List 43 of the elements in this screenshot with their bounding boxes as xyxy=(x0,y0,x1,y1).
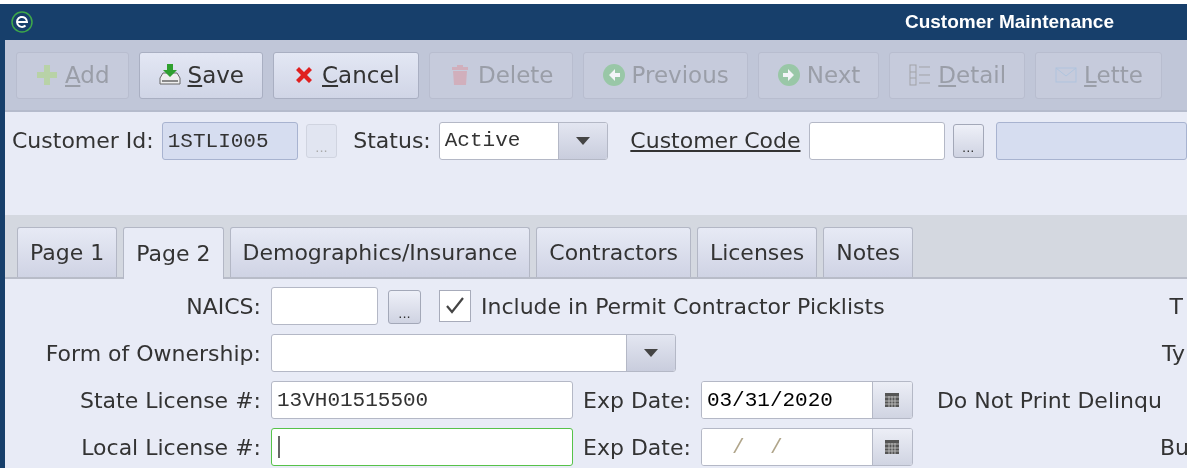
customer-id-field[interactable]: 1STLI005 xyxy=(161,122,298,160)
lookup-button[interactable]: ... xyxy=(952,124,985,158)
field-label: T xyxy=(1169,293,1183,319)
cancel-button[interactable]: Cancel xyxy=(273,51,419,99)
field-label: Local License #: xyxy=(80,434,261,460)
tab[interactable]: Notes xyxy=(823,227,913,277)
status-dropdown[interactable]: Active xyxy=(438,122,609,160)
local-license-field[interactable] xyxy=(271,428,573,466)
field-label: Bu xyxy=(1159,434,1187,460)
field-label: Form of Ownership: xyxy=(44,340,261,366)
naics-field[interactable] xyxy=(271,287,378,325)
ownership-dropdown[interactable] xyxy=(271,334,676,372)
field-label: Exp Date: xyxy=(583,434,691,460)
field-label: Ty xyxy=(1161,340,1185,366)
field-label: NAICS: xyxy=(185,293,261,319)
field-label: Exp Date: xyxy=(583,387,691,413)
tab[interactable]: Page 2 xyxy=(123,227,224,279)
checkbox[interactable] xyxy=(439,290,471,322)
save-button[interactable]: Save xyxy=(138,51,263,99)
caret-icon xyxy=(644,349,658,357)
lookup-button[interactable]: ... xyxy=(388,290,421,324)
checkbox-label: Include in Permit Contractor Picklists xyxy=(481,293,885,319)
field-label: Customer Id: xyxy=(12,127,154,155)
tab[interactable]: Page 1 xyxy=(17,227,118,277)
window-title: Customer Maintenance xyxy=(904,11,1114,33)
calendar-icon xyxy=(885,393,900,407)
field-label: State License #: xyxy=(79,387,261,413)
date-field[interactable]: / / xyxy=(700,428,913,466)
tab[interactable]: Demographics/Insurance xyxy=(229,227,531,277)
tab[interactable]: Licenses xyxy=(696,227,818,277)
customer-code-field[interactable] xyxy=(808,122,945,160)
customer-code-link[interactable]: Customer Code xyxy=(630,122,801,160)
caret-icon xyxy=(576,137,591,145)
logo-icon xyxy=(11,11,33,33)
plus-icon xyxy=(35,63,59,87)
tab[interactable]: Contractors xyxy=(536,227,691,277)
list-icon xyxy=(908,63,933,87)
state-license-field[interactable]: 13VH01515500 xyxy=(271,381,573,419)
field-label: Do Not Print Delinqu xyxy=(936,387,1162,413)
field-label: Status: xyxy=(353,127,431,155)
date-field[interactable]: 03/31/2020 xyxy=(700,381,913,419)
save-icon xyxy=(157,63,182,87)
calendar-icon xyxy=(885,440,900,454)
